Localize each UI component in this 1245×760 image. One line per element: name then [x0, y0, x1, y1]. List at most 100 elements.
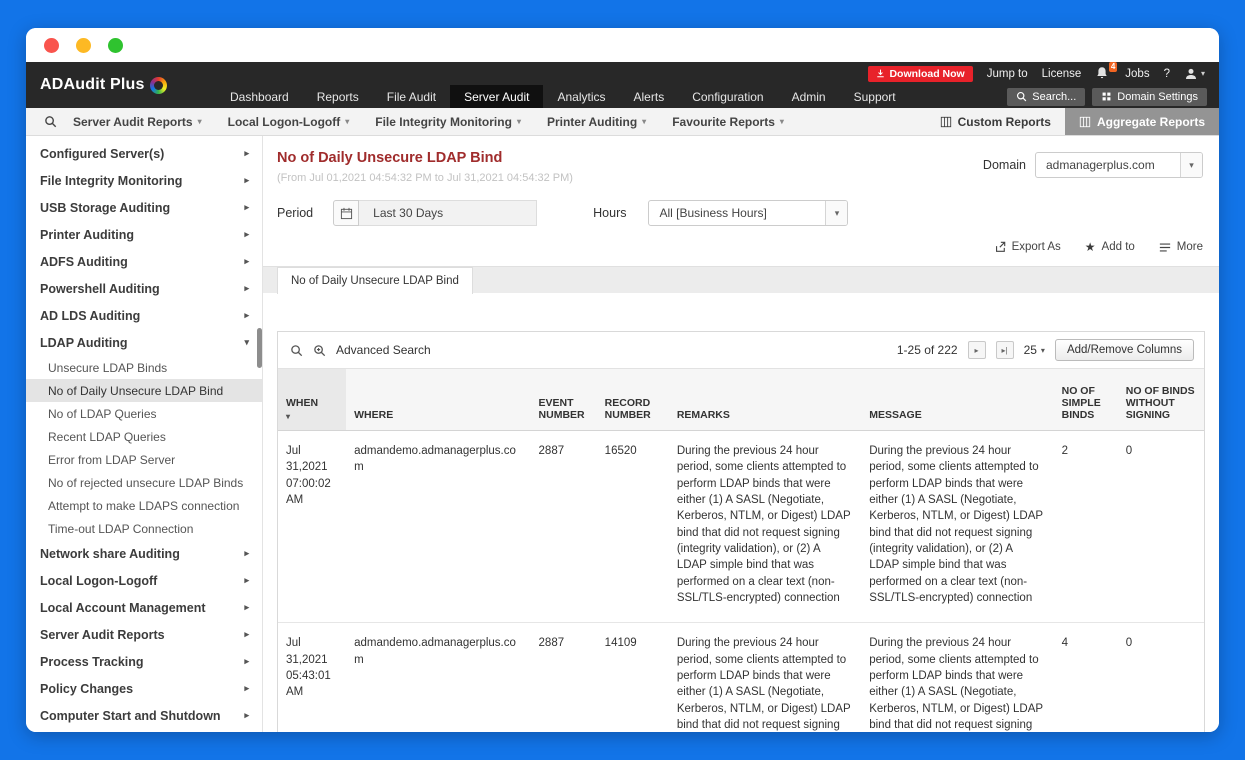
sidebar-item-powershell-auditing[interactable]: Powershell Auditing ▸ [26, 275, 262, 302]
tab-no-of-daily-unsecure-ldap-bind[interactable]: No of Daily Unsecure LDAP Bind [277, 267, 473, 294]
nav-item-admin[interactable]: Admin [778, 85, 840, 108]
pagination-range: 1-25 of 222 [896, 343, 958, 357]
nav-item-analytics[interactable]: Analytics [543, 85, 619, 108]
sidebar-subitem-recent-ldap-queries[interactable]: Recent LDAP Queries [26, 425, 262, 448]
sidebar-item-file-integrity-monitoring[interactable]: File Integrity Monitoring ▸ [26, 167, 262, 194]
advanced-search-link[interactable]: Advanced Search [336, 343, 431, 357]
star-icon: ★ [1084, 240, 1096, 254]
sidebar-item-ad-lds-auditing[interactable]: AD LDS Auditing ▸ [26, 302, 262, 329]
subnav-search-button[interactable] [26, 115, 73, 128]
add-remove-columns-button[interactable]: Add/Remove Columns [1054, 339, 1194, 361]
close-button[interactable] [44, 37, 59, 53]
sidebar-item-policy-changes[interactable]: Policy Changes ▸ [26, 675, 262, 702]
nav-item-reports[interactable]: Reports [303, 85, 373, 108]
chevron-right-icon: ▸ [244, 683, 249, 693]
sidebar-subitem-time-out-ldap-connection[interactable]: Time-out LDAP Connection [26, 517, 262, 540]
sidebar-subitem-attempt-to-make-ldaps-connection[interactable]: Attempt to make LDAPS connection [26, 494, 262, 517]
period-input[interactable]: Last 30 Days [359, 200, 538, 226]
page-title: No of Daily Unsecure LDAP Bind [277, 150, 503, 166]
help-button[interactable]: ? [1164, 68, 1170, 80]
zoom-button[interactable] [108, 37, 123, 53]
sidebar-subitem-no-of-ldap-queries[interactable]: No of LDAP Queries [26, 402, 262, 425]
reports-sidebar: Configured Server(s) ▸ File Integrity Moni… [26, 136, 263, 732]
sidebar-item-network-share-auditing[interactable]: Network share Auditing ▸ [26, 540, 262, 567]
sidebar-item-process-tracking[interactable]: Process Tracking ▸ [26, 648, 262, 675]
domain-select[interactable]: admanagerplus.com ▾ [1035, 152, 1203, 178]
sidebar-item-local-logon-logoff[interactable]: Local Logon-Logoff ▸ [26, 567, 262, 594]
advanced-search-icon[interactable] [313, 344, 326, 357]
nav-item-support[interactable]: Support [840, 85, 910, 108]
column-header-message[interactable]: MESSAGE [861, 368, 1054, 431]
chevron-right-icon: ▸ [244, 575, 249, 585]
sidebar-item-ldap-auditing[interactable]: LDAP Auditing ▾ [26, 329, 262, 356]
subnav-menu-file-integrity-monitoring[interactable]: File Integrity Monitoring ▾ [375, 115, 521, 129]
last-page-button[interactable]: ▸| [995, 341, 1014, 359]
cell-where: admandemo.admanagerplus.com [346, 430, 531, 624]
jump-to-link[interactable]: Jump to [987, 68, 1028, 80]
window-titlebar [26, 28, 1219, 62]
search-icon[interactable] [290, 344, 303, 357]
sidebar-item-label: Local Account Management [40, 600, 206, 615]
sidebar-subitem-no-of-daily-unsecure-ldap-bind[interactable]: No of Daily Unsecure LDAP Bind [26, 379, 262, 402]
nav-item-server-audit[interactable]: Server Audit [450, 85, 544, 108]
domain-settings-label: Domain Settings [1117, 90, 1198, 103]
domain-settings-button[interactable]: Domain Settings [1092, 87, 1207, 106]
custom-reports-button[interactable]: Custom Reports [926, 108, 1065, 135]
sidebar-subitem-unsecure-ldap-binds[interactable]: Unsecure LDAP Binds [26, 356, 262, 379]
search-button[interactable]: Search... [1007, 87, 1086, 106]
nav-item-dashboard[interactable]: Dashboard [216, 85, 303, 108]
more-button[interactable]: More [1159, 241, 1203, 253]
column-header-event-number[interactable]: EVENT NUMBER [530, 368, 597, 431]
sidebar-subitem-error-from-ldap-server[interactable]: Error from LDAP Server [26, 448, 262, 471]
column-header-when[interactable]: WHEN ▾ [278, 368, 347, 431]
next-page-button[interactable]: ▸ [967, 341, 986, 359]
column-header-no-of-binds-without-signing[interactable]: NO OF BINDS WITHOUT SIGNING [1117, 368, 1204, 431]
sidebar-item-printer-auditing[interactable]: Printer Auditing ▸ [26, 221, 262, 248]
nav-item-alerts[interactable]: Alerts [620, 85, 679, 108]
sidebar-item-usb-storage-auditing[interactable]: USB Storage Auditing ▸ [26, 194, 262, 221]
subnav-menu-favourite-reports[interactable]: Favourite Reports ▾ [672, 115, 784, 129]
column-header-remarks[interactable]: REMARKS [668, 368, 862, 431]
hours-select[interactable]: All [Business Hours] ▾ [648, 200, 849, 226]
domain-label: Domain [982, 158, 1026, 172]
sidebar-item-adfs-auditing[interactable]: ADFS Auditing ▸ [26, 248, 262, 275]
column-header-where[interactable]: WHERE [346, 368, 531, 431]
sidebar-scrollbar-thumb[interactable] [257, 328, 262, 368]
sidebar-item-label: File Integrity Monitoring [40, 173, 183, 188]
chevron-down-icon: ▾ [1200, 69, 1205, 78]
subnav-menu-server-audit-reports[interactable]: Server Audit Reports ▾ [73, 115, 202, 129]
column-header-no-of-simple-binds[interactable]: NO OF SIMPLE BINDS [1053, 368, 1118, 431]
add-to-button[interactable]: ★ Add to [1085, 240, 1135, 254]
column-header-record-number[interactable]: RECORD NUMBER [596, 368, 669, 431]
chevron-down-icon: ▾ [197, 117, 202, 126]
aggregate-reports-button[interactable]: Aggregate Reports [1064, 108, 1219, 135]
subnav-menu-local-logon-logoff[interactable]: Local Logon-Logoff ▾ [228, 115, 350, 129]
subnav-menu-printer-auditing[interactable]: Printer Auditing ▾ [547, 115, 646, 129]
jobs-link[interactable]: Jobs [1125, 68, 1149, 80]
license-link[interactable]: License [1042, 68, 1082, 80]
sidebar-item-server-audit-reports[interactable]: Server Audit Reports ▸ [26, 621, 262, 648]
column-header-label: NO OF SIMPLE BINDS [1061, 385, 1101, 421]
sidebar-subitem-no-of-rejected-unsecure-ldap-binds[interactable]: No of rejected unsecure LDAP Binds [26, 471, 262, 494]
column-header-label: WHEN [286, 397, 319, 409]
nav-item-file-audit[interactable]: File Audit [373, 85, 450, 108]
table-row[interactable]: Jul 31,2021 05:43:01 AM admandemo.admanag… [278, 622, 1204, 732]
page-size-select[interactable]: 25 ▾ [1024, 343, 1045, 357]
calendar-button[interactable] [333, 200, 360, 226]
export-as-button[interactable]: Export As [994, 241, 1061, 253]
export-icon [995, 241, 1005, 252]
cell-binds-without-signing: 0 [1117, 622, 1204, 732]
sidebar-item-configured-server-s[interactable]: Configured Server(s) ▸ [26, 140, 262, 167]
download-now-button[interactable]: Download Now [868, 65, 973, 82]
notifications-button[interactable]: 4 [1095, 61, 1118, 82]
nav-item-configuration[interactable]: Configuration [678, 85, 777, 108]
header-nav-right: Search... Domain Settings [1007, 85, 1219, 108]
minimize-button[interactable] [76, 37, 91, 53]
sidebar-item-local-account-management[interactable]: Local Account Management ▸ [26, 594, 262, 621]
cell-when: Jul 31,2021 07:00:02 AM [278, 430, 347, 624]
export-as-label: Export As [1011, 241, 1061, 253]
user-menu[interactable]: ▾ [1184, 67, 1205, 81]
table-row[interactable]: Jul 31,2021 07:00:02 AM admandemo.admanag… [278, 430, 1204, 624]
sidebar-item-computer-start-and-shutdown[interactable]: Computer Start and Shutdown ▸ [26, 702, 262, 729]
report-main: No of Daily Unsecure LDAP Bind (From Jul… [263, 136, 1219, 732]
